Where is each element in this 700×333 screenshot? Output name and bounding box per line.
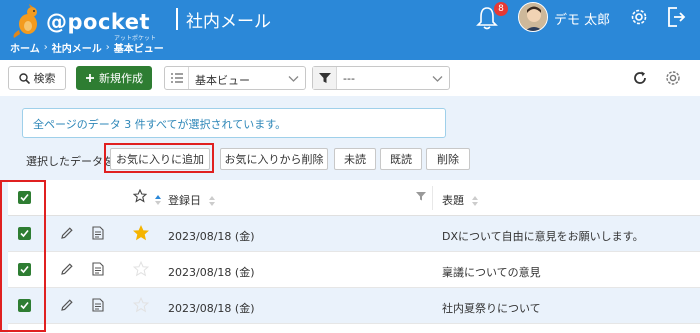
star-icon[interactable] (133, 261, 149, 277)
subject-column-header[interactable]: 表題 (442, 192, 478, 208)
chevron-down-icon (432, 76, 443, 82)
document-icon[interactable] (92, 298, 104, 312)
toolbar: 検索 新規作成 基本ビュー --- (0, 60, 700, 96)
selection-notice: 全ページのデータ 3 件すべてが選択されています。 (22, 108, 446, 138)
breadcrumb: ホーム › 社内メール › 基本ビュー (10, 40, 164, 55)
star-icon[interactable] (133, 225, 149, 241)
star-icon (132, 188, 148, 203)
avatar[interactable] (518, 2, 548, 32)
date-header-label: 登録日 (168, 194, 201, 207)
app-header: @pocket アットポケット 社内メール ホーム › 社内メール › 基本ビュ… (0, 0, 700, 60)
user-name[interactable]: デモ 太郎 (554, 9, 610, 28)
table-row[interactable]: 2023/08/18 (金) 社内夏祭りについて (8, 288, 700, 324)
refresh-icon[interactable] (632, 70, 648, 86)
date-cell: 2023/08/18 (金) (168, 230, 255, 243)
breadcrumb-home[interactable]: ホーム (10, 40, 40, 55)
highlight-box (104, 143, 214, 173)
subject-header-label: 表題 (442, 194, 464, 207)
search-button[interactable]: 検索 (8, 66, 66, 90)
gear-icon[interactable] (664, 69, 682, 87)
logo-text: @pocket (46, 10, 151, 34)
date-column-header[interactable]: 登録日 (168, 192, 215, 208)
checkbox-highlight-box (0, 180, 46, 332)
pencil-icon[interactable] (60, 262, 74, 276)
filter-select[interactable]: --- (312, 66, 450, 90)
content-area: 全ページのデータ 3 件すべてが選択されています。 選択したデータを お気に入り… (0, 96, 700, 333)
remove-favorite-button[interactable]: お気に入りから削除 (220, 148, 328, 170)
date-cell: 2023/08/18 (金) (168, 266, 255, 279)
view-select[interactable]: 基本ビュー (164, 66, 306, 90)
plus-icon (86, 74, 94, 82)
document-icon[interactable] (92, 262, 104, 276)
app-logo[interactable]: @pocket アットポケット (10, 4, 170, 42)
sort-asc-icon (154, 195, 161, 205)
mail-table: 登録日 表題 2023/08/18 (金) DXについて自由に意見をお願いします… (8, 180, 700, 333)
document-icon[interactable] (92, 226, 104, 240)
table-row[interactable]: 2023/08/18 (金) DXについて自由に意見をお願いします。 (8, 216, 700, 252)
app-title: 社内メール (186, 12, 271, 32)
mark-read-button[interactable]: 既読 (380, 148, 422, 170)
filter-icon (313, 67, 337, 89)
column-divider (432, 186, 433, 210)
gear-icon[interactable] (628, 6, 650, 28)
subject-cell[interactable]: 社内夏祭りについて (442, 300, 541, 316)
search-button-label: 検索 (33, 72, 56, 85)
pencil-icon[interactable] (60, 298, 74, 312)
subject-cell[interactable]: 稟議についての意見 (442, 264, 541, 280)
breadcrumb-separator: › (105, 42, 110, 53)
filter-select-value: --- (343, 72, 355, 85)
sort-icon (208, 196, 215, 206)
notification-badge: 8 (494, 2, 508, 16)
logout-icon[interactable] (666, 6, 686, 28)
header-divider (176, 8, 178, 30)
breadcrumb-mail[interactable]: 社内メール (52, 40, 102, 55)
breadcrumb-current: 基本ビュー (113, 44, 164, 55)
favorite-column-header[interactable] (132, 188, 161, 206)
new-button[interactable]: 新規作成 (76, 66, 152, 90)
mark-unread-button[interactable]: 未読 (334, 148, 376, 170)
pencil-icon[interactable] (60, 226, 74, 240)
breadcrumb-separator: › (43, 42, 48, 53)
search-icon (18, 72, 30, 84)
new-button-label: 新規作成 (99, 72, 143, 85)
chevron-down-icon (288, 76, 299, 82)
date-cell: 2023/08/18 (金) (168, 302, 255, 315)
star-icon[interactable] (133, 297, 149, 313)
subject-cell[interactable]: DXについて自由に意見をお願いします。 (442, 228, 644, 244)
filter-icon[interactable] (416, 191, 426, 201)
bulk-action-label: 選択したデータを (26, 155, 114, 168)
table-header: 登録日 表題 (8, 180, 700, 216)
sort-icon (471, 196, 478, 206)
kangaroo-logo-icon (13, 4, 37, 38)
list-icon (165, 67, 189, 89)
delete-button[interactable]: 削除 (426, 148, 470, 170)
view-select-value: 基本ビュー (195, 74, 250, 87)
table-row[interactable]: 2023/08/18 (金) 稟議についての意見 (8, 252, 700, 288)
avatar-image (519, 3, 547, 31)
